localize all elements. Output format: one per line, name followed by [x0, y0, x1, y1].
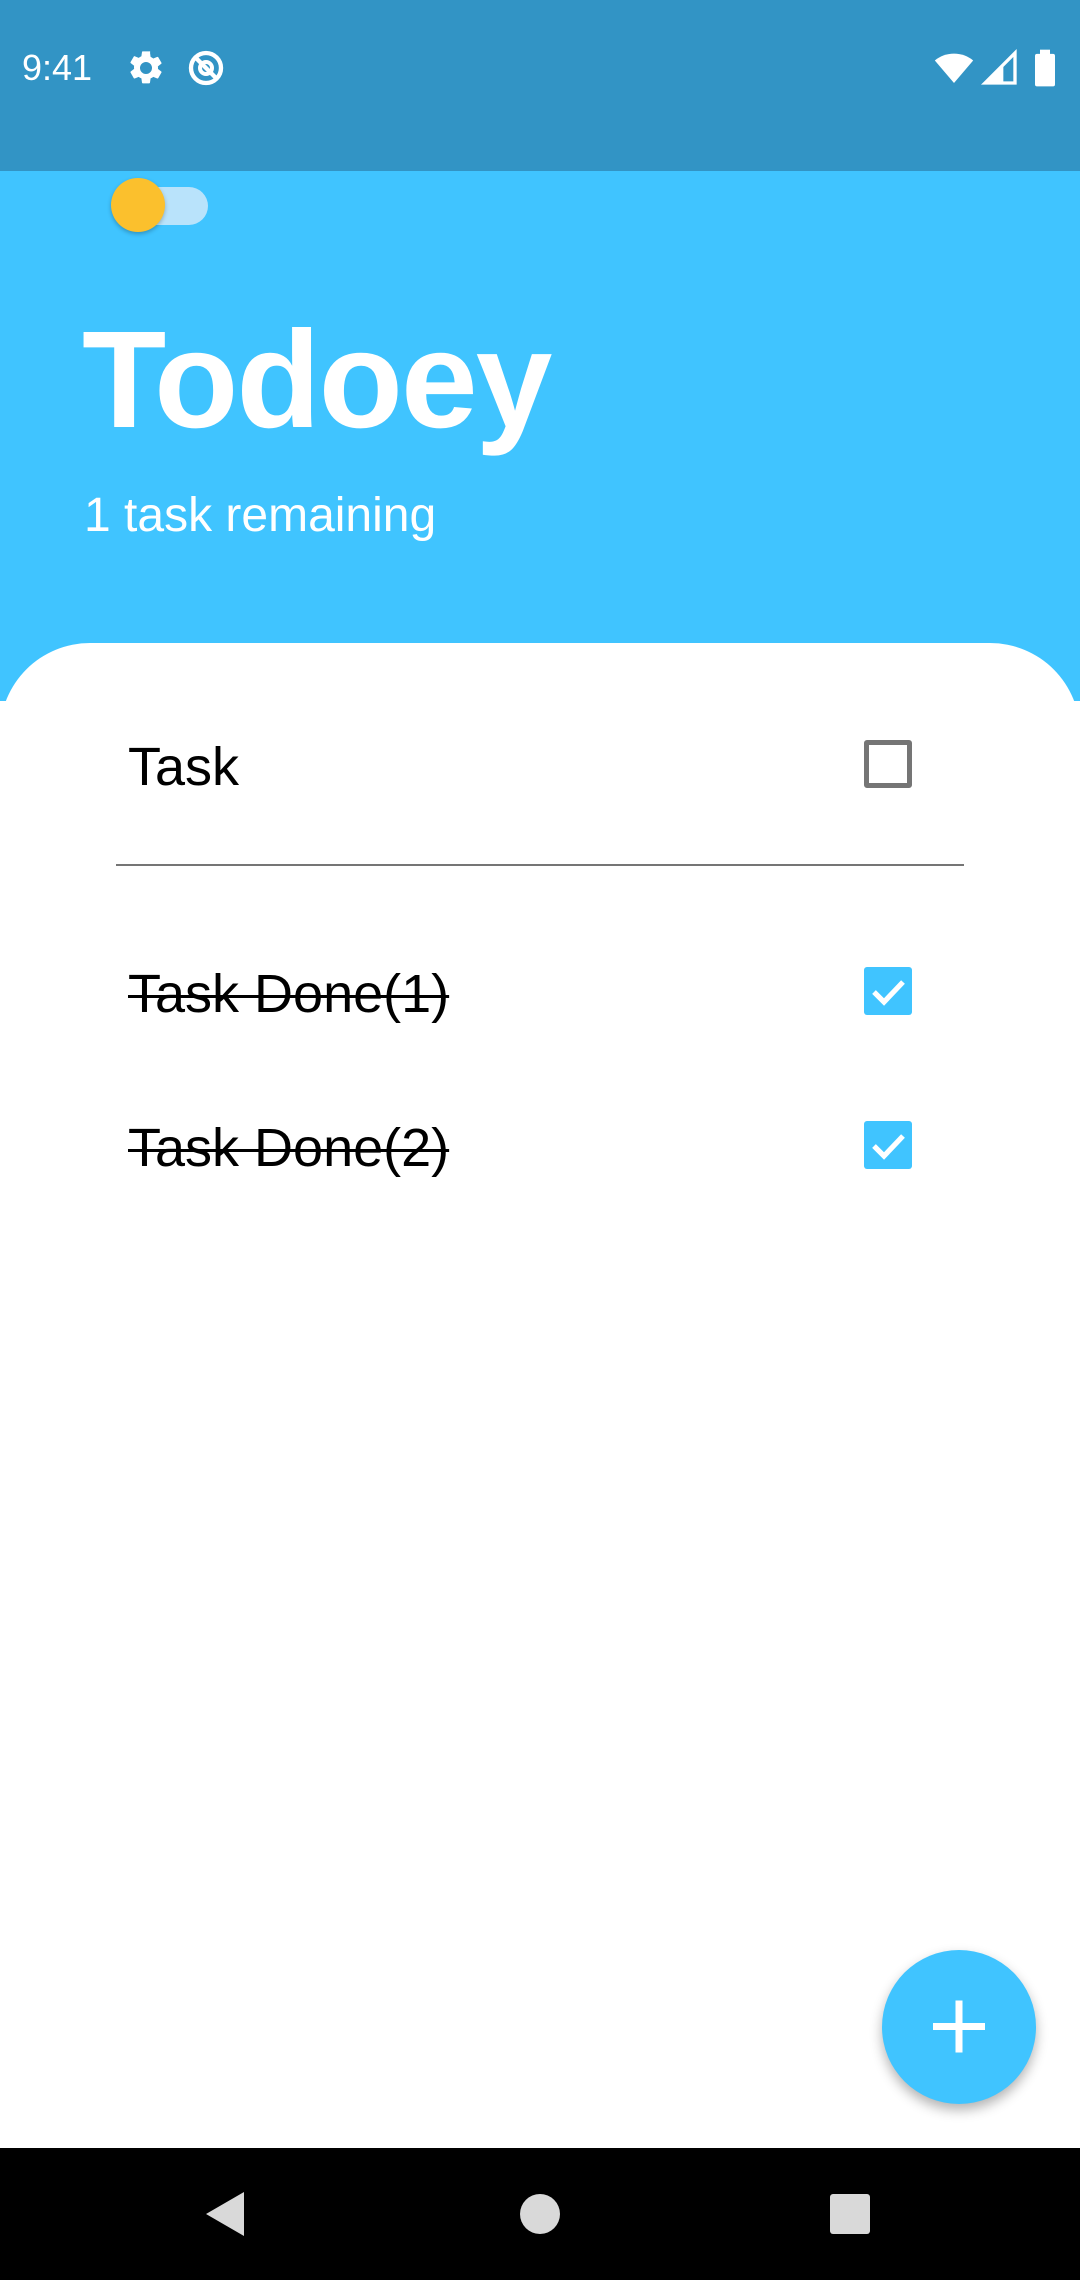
back-icon[interactable] — [186, 2174, 266, 2254]
divider — [116, 864, 964, 866]
toggle-knob — [111, 178, 165, 232]
recents-icon[interactable] — [810, 2174, 890, 2254]
home-icon[interactable] — [500, 2174, 580, 2254]
tasks-remaining-text: 1 task remaining — [84, 489, 437, 542]
task-row[interactable]: Task Done(2) — [0, 1093, 1080, 1203]
plus-icon — [933, 2000, 985, 2053]
task-checkbox[interactable] — [864, 740, 912, 788]
battery-icon — [1028, 48, 1062, 88]
check-icon — [872, 1134, 905, 1160]
status-time: 9:41 — [22, 47, 93, 88]
system-nav-bar — [0, 2148, 1080, 2280]
check-icon — [872, 980, 905, 1006]
task-row[interactable]: Task Done(1) — [0, 939, 1080, 1049]
cellular-signal-icon — [980, 48, 1020, 88]
gear-icon — [126, 48, 166, 88]
no-disturb-icon — [186, 48, 226, 88]
add-task-button[interactable] — [882, 1950, 1036, 2104]
wifi-icon — [934, 48, 974, 88]
theme-toggle[interactable] — [108, 178, 212, 232]
status-bar: 9:41 — [0, 0, 1080, 171]
page-title: Todoey — [82, 303, 552, 457]
task-checkbox[interactable] — [864, 967, 912, 1015]
task-checkbox[interactable] — [864, 1121, 912, 1169]
task-list-panel — [0, 643, 1080, 2148]
task-label: Task Done(2) — [128, 1118, 450, 1178]
task-row[interactable]: Task — [0, 712, 1080, 822]
task-label: Task — [128, 737, 240, 797]
task-label: Task Done(1) — [128, 964, 450, 1024]
